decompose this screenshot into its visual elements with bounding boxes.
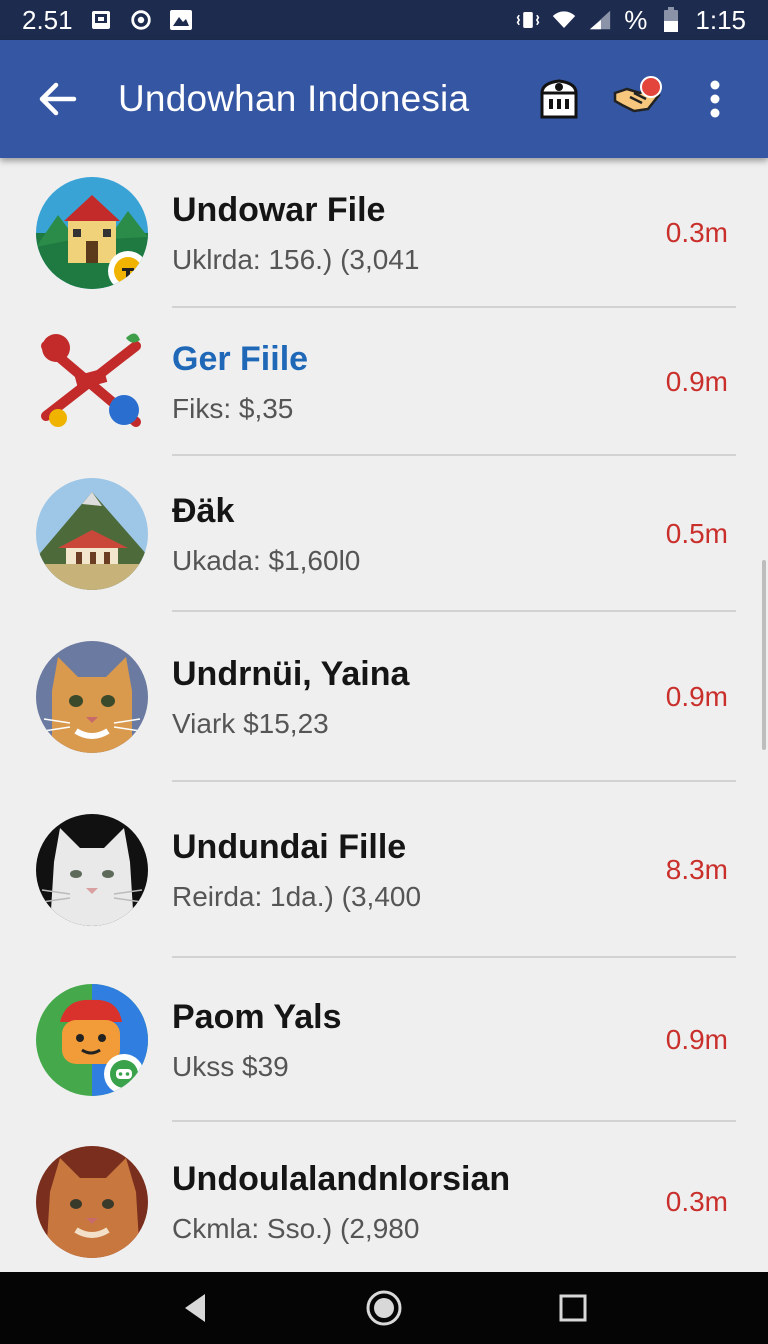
item-subtitle: Viark $15,23 [172, 707, 329, 739]
back-button[interactable] [28, 69, 88, 129]
handshake-button[interactable] [608, 70, 666, 128]
arrow-back-icon [39, 82, 77, 116]
item-subtitle: Fiks: $,35 [172, 392, 294, 424]
home-nav-button[interactable] [354, 1278, 414, 1338]
status-clock: 1:15 [695, 4, 746, 35]
back-nav-button[interactable] [165, 1278, 225, 1338]
list-item[interactable]: Ɖäk Ukada: $1,60l0 0.5m [0, 456, 768, 612]
item-size: 0.3m [665, 1186, 728, 1217]
item-subtitle: Reirda: 1da.) (3,400 [172, 880, 422, 912]
item-size: 0.9m [665, 366, 728, 397]
list-item[interactable]: Undowar File Uklrda: 156.) (3,041 0.3m [0, 158, 768, 308]
list-item[interactable]: Ger Fiile Fiks: $,35 0.9m [0, 308, 768, 456]
vibrate-icon [516, 8, 540, 32]
status-time-left: 2.51 [22, 4, 73, 35]
tools-avatar [36, 326, 148, 438]
item-title: Undoulalandnlorsian [172, 1159, 511, 1198]
status-bar: 2.51 % 1:15 [0, 0, 768, 40]
file-list: Undowar File Uklrda: 156.) (3,041 0.3m G… [0, 158, 768, 1282]
overflow-menu-button[interactable] [686, 70, 744, 128]
mountain-avatar [36, 478, 148, 590]
item-title: Ger Fiile [172, 339, 309, 378]
wifi-icon [552, 8, 576, 32]
list-item[interactable]: Paom Yals Ukss $39 0.9m [0, 958, 768, 1122]
item-title: Ɖäk [172, 491, 235, 530]
recents-nav-button[interactable] [543, 1278, 603, 1338]
home-circle-icon [366, 1290, 402, 1326]
item-size: 8.3m [665, 854, 728, 885]
item-size: 0.9m [665, 1024, 728, 1055]
item-subtitle: Uklrda: 156.) (3,041 [172, 243, 420, 275]
vpn-key-icon [129, 8, 153, 32]
white-cat-avatar [36, 814, 148, 926]
character-avatar [36, 984, 148, 1096]
badge-icon [108, 251, 148, 289]
back-triangle-icon [184, 1294, 205, 1322]
house-avatar [36, 177, 148, 289]
list-item[interactable]: Undundai Fille Reirda: 1da.) (3,400 8.3m [0, 782, 768, 958]
item-title: Undowar File [172, 190, 386, 229]
item-size: 0.3m [665, 217, 728, 248]
battery-icon [659, 7, 683, 32]
battery-text: % [624, 4, 648, 35]
image-notification-icon [89, 8, 113, 32]
item-subtitle: Ckmla: Sso.) (2,980 [172, 1212, 420, 1244]
system-nav-bar [0, 1272, 768, 1344]
store-icon [540, 79, 578, 119]
recents-square-icon [559, 1294, 587, 1322]
signal-icon [588, 8, 612, 32]
item-size: 0.9m [665, 681, 728, 712]
more-vert-icon [710, 80, 720, 118]
notification-badge [640, 76, 662, 98]
app-bar: Undowhan Indonesia [0, 40, 768, 158]
page-title: Undowhan Indonesia [118, 78, 470, 119]
orange-cat-avatar [36, 641, 148, 753]
photo-notification-icon [169, 8, 193, 32]
item-title: Paom Yals [172, 997, 342, 1036]
tabby-cat-avatar [36, 1146, 148, 1258]
list-item[interactable]: Undoulalandnlorsian Ckmla: Sso.) (2,980 … [0, 1122, 768, 1282]
item-subtitle: Ukada: $1,60l0 [172, 544, 361, 576]
item-subtitle: Ukss $39 [172, 1050, 289, 1082]
item-title: Undrnüi, Yaina [172, 654, 410, 693]
item-size: 0.5m [665, 518, 728, 549]
list-item[interactable]: Undrnüi, Yaina Viark $15,23 0.9m [0, 612, 768, 782]
item-title: Undundai Fille [172, 827, 407, 866]
store-button[interactable] [530, 70, 588, 128]
scrollbar[interactable] [762, 560, 766, 750]
status-chip-icon [104, 1054, 144, 1094]
